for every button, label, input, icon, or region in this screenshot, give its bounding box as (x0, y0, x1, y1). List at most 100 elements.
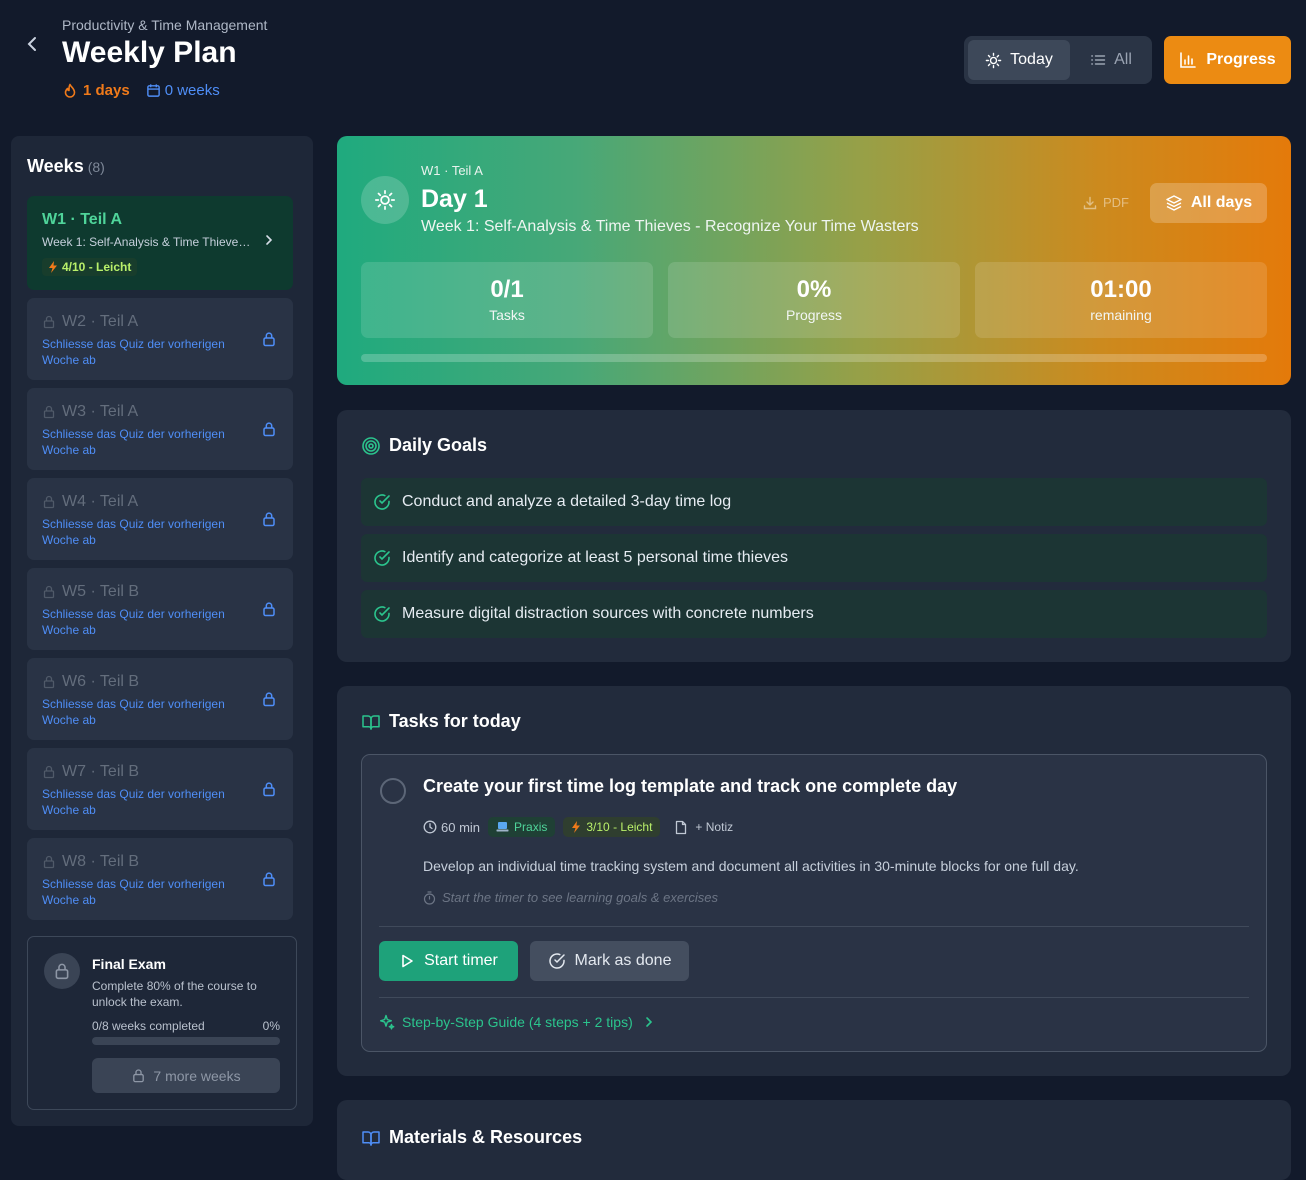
weeks-title: Weeks (27, 156, 84, 176)
progress-button[interactable]: Progress (1164, 36, 1291, 84)
week-subtitle: Schliesse das Quiz der vorherigen Woche … (42, 427, 225, 457)
lightning-icon (48, 261, 58, 273)
task-complete-radio[interactable] (380, 778, 406, 804)
exam-description: Complete 80% of the course to unlock the… (92, 979, 257, 1009)
more-weeks-button[interactable]: 7 more weeks (92, 1058, 280, 1093)
task-meta: 60 min Praxis 3/10 - Leicht + Notiz (423, 817, 733, 837)
task-type-chip: Praxis (488, 817, 556, 837)
streak-days: 1 days (62, 82, 130, 99)
task-hint: Start the timer to see learning goals & … (423, 890, 718, 905)
stat-value: 01:00 (1090, 276, 1152, 303)
week-subtitle: Schliesse das Quiz der vorherigen Woche … (42, 517, 225, 547)
all-days-label: All days (1190, 194, 1253, 211)
week-label: W6 · Teil B (42, 673, 139, 691)
day-subtitle: Week 1: Self-Analysis & Time Thieves - R… (421, 218, 919, 235)
week-item-w7[interactable]: W7 · Teil B Schliesse das Quiz der vorhe… (27, 748, 293, 830)
week-label: W8 · Teil B (42, 853, 139, 871)
mark-done-button[interactable]: Mark as done (530, 941, 689, 981)
lock-icon (261, 421, 277, 437)
week-label-text: W6 · Teil B (62, 673, 140, 690)
play-icon (399, 953, 415, 969)
divider (379, 997, 1249, 998)
week-label: W3 · Teil A (42, 403, 138, 421)
week-item-w2[interactable]: W2 · Teil A Schliesse das Quiz der vorhe… (27, 298, 293, 380)
document-icon (674, 820, 688, 835)
lock-icon (44, 953, 80, 989)
stat-tasks: 0/1 Tasks (361, 262, 653, 338)
streak-days-label: 1 days (83, 82, 130, 99)
lock-small-icon (42, 495, 56, 509)
week-item-w3[interactable]: W3 · Teil A Schliesse das Quiz der vorhe… (27, 388, 293, 470)
week-item-w4[interactable]: W4 · Teil A Schliesse das Quiz der vorhe… (27, 478, 293, 560)
start-timer-button[interactable]: Start timer (379, 941, 518, 981)
weeks-count: 0 weeks (146, 82, 220, 99)
start-timer-label: Start timer (424, 952, 498, 969)
view-all-label: All (1114, 51, 1132, 68)
pdf-button[interactable]: PDF (1083, 195, 1129, 210)
pdf-label: PDF (1103, 195, 1129, 210)
tasks-heading: Tasks for today (361, 711, 521, 732)
check-circle-icon (373, 549, 391, 567)
lock-small-icon (42, 675, 56, 689)
weeks-count-label: 0 weeks (164, 82, 220, 99)
lock-small-icon (42, 765, 56, 779)
stat-label: Tasks (489, 307, 525, 323)
exam-progress-label: 0/8 weeks completed (92, 1019, 205, 1033)
lock-icon (261, 511, 277, 527)
lightning-icon (571, 821, 581, 833)
more-weeks-label: 7 more weeks (153, 1067, 241, 1084)
back-chevron-icon[interactable] (22, 34, 42, 54)
check-circle-icon (548, 952, 566, 970)
week-item-w6[interactable]: W6 · Teil B Schliesse das Quiz der vorhe… (27, 658, 293, 740)
clock-icon (423, 820, 437, 834)
task-item: Create your first time log template and … (361, 754, 1267, 1052)
step-guide-link[interactable]: Step-by-Step Guide (4 steps + 2 tips) (379, 1014, 654, 1030)
week-label-text: W2 · Teil A (62, 313, 139, 330)
daily-goals-card: Daily Goals Conduct and analyze a detail… (337, 410, 1291, 662)
lock-small-icon (42, 405, 56, 419)
week-label-text: W8 · Teil B (62, 853, 140, 870)
view-all-button[interactable]: All (1074, 40, 1148, 80)
task-difficulty-label: 3/10 - Leicht (586, 820, 653, 834)
task-duration-label: 60 min (441, 819, 481, 835)
lock-icon (261, 331, 277, 347)
day-hero-card: W1 · Teil A Day 1 Week 1: Self-Analysis … (337, 136, 1291, 385)
stat-label: remaining (1090, 307, 1152, 323)
week-label: W7 · Teil B (42, 763, 139, 781)
week-subtitle: Schliesse das Quiz der vorherigen Woche … (42, 877, 225, 907)
chevron-right-icon (644, 1016, 654, 1028)
goal-item: Measure digital distraction sources with… (361, 590, 1267, 638)
week-item-w8[interactable]: W8 · Teil B Schliesse das Quiz der vorhe… (27, 838, 293, 920)
week-item-w5[interactable]: W5 · Teil B Schliesse das Quiz der vorhe… (27, 568, 293, 650)
lock-icon (261, 781, 277, 797)
view-today-button[interactable]: Today (968, 40, 1070, 80)
goal-item: Identify and categorize at least 5 perso… (361, 534, 1267, 582)
list-icon (1090, 52, 1106, 68)
chevron-right-icon (263, 234, 275, 246)
stat-value: 0% (796, 276, 832, 303)
bar-chart-icon (1179, 51, 1197, 69)
difficulty-badge: 4/10 - Leicht (42, 258, 138, 276)
page-header: Productivity & Time Management Weekly Pl… (0, 0, 1306, 118)
flame-icon (62, 83, 78, 99)
day-kicker: W1 · Teil A (421, 163, 483, 178)
book-open-icon (361, 1128, 381, 1148)
final-exam-card: Final Exam Complete 80% of the course to… (27, 936, 297, 1110)
week-label-text: W3 · Teil A (62, 403, 139, 420)
week-label: W2 · Teil A (42, 313, 138, 331)
exam-progress-percent: 0% (262, 1019, 280, 1033)
layers-icon (1165, 194, 1183, 212)
streak-summary: 1 days 0 weeks (62, 82, 220, 99)
add-note-label: + Notiz (695, 820, 734, 834)
tasks-card: Tasks for today Create your first time l… (337, 686, 1291, 1076)
stat-progress: 0% Progress (668, 262, 960, 338)
day-title: Day 1 (421, 185, 488, 213)
target-icon (361, 436, 381, 456)
week-label: W1 · Teil A (42, 211, 122, 228)
week-label-text: W7 · Teil B (62, 763, 140, 780)
all-days-button[interactable]: All days (1150, 183, 1267, 223)
download-icon (1083, 196, 1097, 210)
lock-icon (261, 601, 277, 617)
add-note-button[interactable]: + Notiz (674, 820, 733, 835)
week-item-w1[interactable]: W1 · Teil A Week 1: Self-Analysis & Time… (27, 196, 293, 290)
